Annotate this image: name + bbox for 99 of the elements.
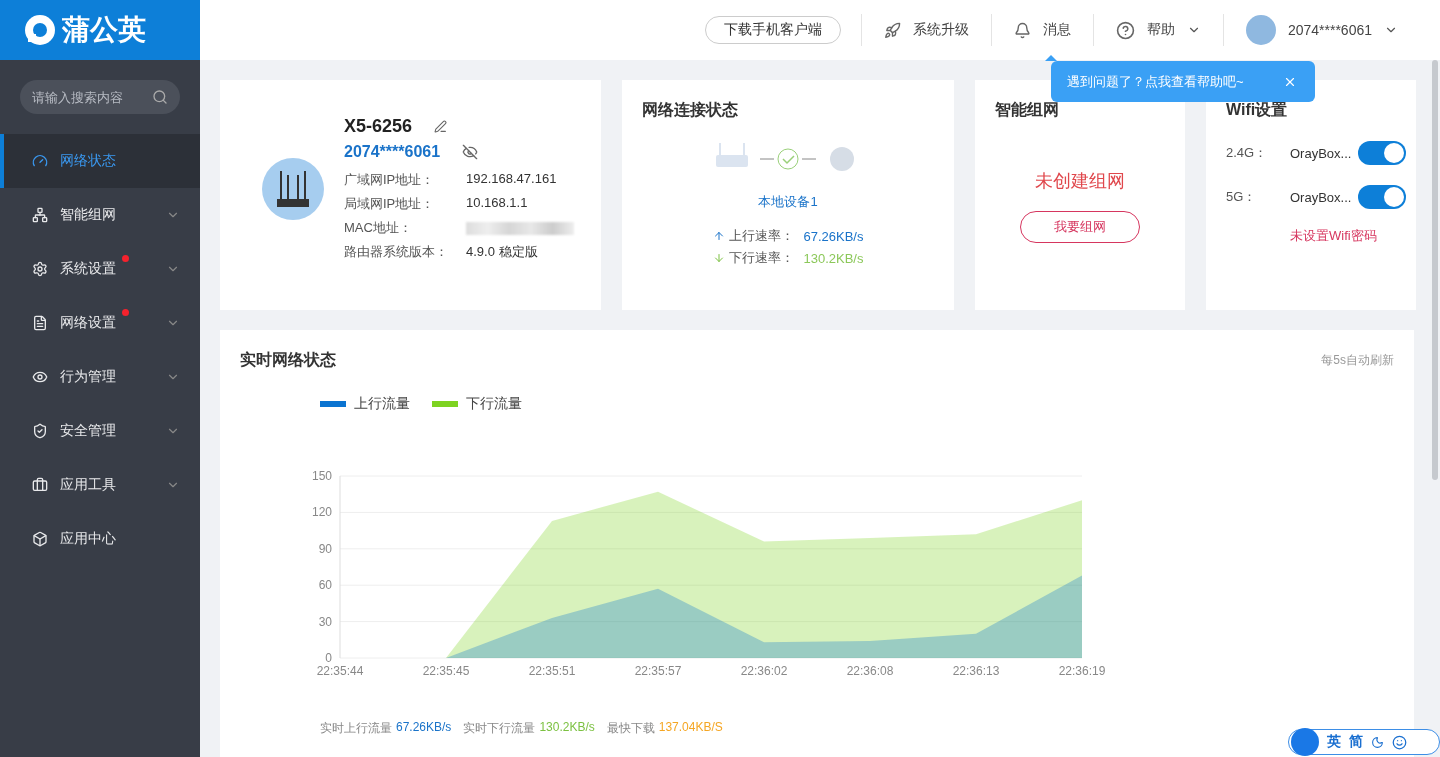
create-mesh-button[interactable]: 我要组网 (1020, 211, 1140, 243)
y-tick-label: 120 (311, 505, 332, 520)
card-title: 智能组网 (995, 100, 1060, 120)
nav-label: 应用中心 (60, 530, 117, 548)
upgrade-link[interactable]: 系统升级 (912, 21, 969, 39)
band-label: 2.4G： (1226, 144, 1269, 162)
nav-label: 应用工具 (60, 476, 117, 494)
ime-logo-icon (1291, 728, 1319, 756)
search-field[interactable]: 请输入搜索内容 (20, 80, 180, 114)
ssid: OrayBox... (1290, 145, 1353, 161)
logo-mark-icon (24, 14, 56, 46)
nav-item[interactable]: 系统设置 (0, 242, 200, 296)
x-tick-label: 22:36:02 (740, 664, 788, 678)
nav-item[interactable]: 网络设置 (0, 296, 200, 350)
bell-icon (1013, 21, 1031, 39)
nav-item[interactable]: 网络状态 (0, 134, 200, 188)
legend-label: 下行流量 (466, 395, 522, 413)
stat-value: 137.04KB/S (658, 720, 723, 736)
help-menu[interactable]: 帮助 (1146, 21, 1175, 39)
field-label: 局域网IP地址： (344, 195, 436, 213)
down-arrow-icon (712, 252, 725, 264)
download-app-button[interactable]: 下载手机客户端 (704, 16, 841, 44)
up-arrow-icon (712, 230, 725, 242)
user-menu[interactable]: 2074****6061 (1287, 22, 1372, 38)
x-tick-label: 22:36:13 (952, 664, 1000, 678)
rate-label: 下行速率： (728, 249, 794, 267)
help-icon (1115, 20, 1135, 40)
rocket-icon (883, 21, 901, 39)
tooltip-text: 遇到问题了？点我查看帮助吧~ (1067, 72, 1244, 91)
nav-label: 行为管理 (60, 368, 117, 386)
x-tick-label: 22:35:57 (634, 664, 682, 678)
avatar (1245, 15, 1276, 45)
eye-icon (32, 369, 48, 385)
logo: 蒲公英 (0, 0, 200, 60)
card-title: 网络连接状态 (642, 100, 739, 120)
nav-label: 网络设置 (60, 314, 117, 332)
field-value: 4.9.0 稳定版 (466, 243, 539, 261)
nav-item[interactable]: 行为管理 (0, 350, 200, 404)
device-link[interactable]: 本地设备1 (758, 193, 818, 211)
nav-label: 网络状态 (60, 152, 117, 170)
shield-icon (32, 423, 48, 439)
wifi-toggle[interactable] (1358, 185, 1406, 209)
nav-item[interactable]: 智能组网 (0, 188, 200, 242)
x-tick-label: 22:35:45 (422, 664, 470, 678)
ime-script[interactable]: 简 (1349, 733, 1363, 751)
gear-icon (32, 261, 48, 277)
field-label: 路由器系统版本： (344, 243, 449, 261)
network-icon (32, 207, 48, 223)
legend-label: 上行流量 (354, 395, 410, 413)
briefcase-icon (32, 477, 48, 493)
y-tick-label: 150 (311, 469, 332, 483)
password-warning[interactable]: 未设置Wifi密码 (1290, 227, 1412, 245)
device-name: X5-6256 (344, 116, 413, 137)
edit-icon[interactable] (434, 120, 448, 133)
y-tick-label: 0 (325, 651, 332, 665)
x-tick-label: 22:35:51 (528, 664, 576, 678)
y-tick-label: 30 (318, 614, 332, 629)
field-label: 广域网IP地址： (344, 171, 436, 189)
messages-link[interactable]: 消息 (1042, 21, 1071, 39)
nav-label: 智能组网 (60, 206, 117, 224)
nav-item[interactable]: 安全管理 (0, 404, 200, 458)
smile-icon[interactable] (1392, 734, 1407, 750)
ime-language[interactable]: 英 (1327, 733, 1341, 751)
nav-item[interactable]: 应用中心 (0, 512, 200, 566)
moon-icon[interactable] (1371, 735, 1384, 749)
cube-icon (32, 531, 48, 547)
gauge-icon (32, 153, 48, 169)
stat-value: 130.2KB/s (539, 720, 595, 736)
band-label: 5G： (1226, 188, 1258, 206)
stat-label: 实时上行流量 (320, 720, 392, 737)
nav-label: 系统设置 (60, 260, 117, 278)
field-value: 10.168.1.1 (466, 195, 529, 212)
stat-label: 最快下载 (606, 720, 655, 737)
y-tick-label: 60 (318, 578, 332, 593)
field-label: MAC地址： (344, 219, 413, 237)
nav-item[interactable]: 应用工具 (0, 458, 200, 512)
rate-value: 130.2KB/s (803, 250, 864, 266)
legend-swatch (432, 401, 458, 407)
nav-label: 安全管理 (60, 422, 117, 440)
rate-label: 上行速率： (728, 227, 794, 245)
legend-swatch (320, 401, 346, 407)
stat-label: 实时下行流量 (463, 720, 536, 737)
wifi-toggle[interactable] (1358, 141, 1406, 165)
x-tick-label: 22:36:08 (846, 664, 894, 678)
refresh-note: 每5s自动刷新 (1321, 352, 1394, 369)
card-title: Wifi设置 (1226, 100, 1289, 120)
stat-value: 67.26KB/s (396, 720, 452, 736)
search-icon (152, 89, 168, 105)
rate-value: 67.26KB/s (803, 228, 864, 244)
eye-off-icon[interactable] (462, 144, 479, 160)
mesh-status: 未创建组网 (1035, 170, 1125, 193)
y-tick-label: 90 (318, 541, 332, 556)
document-icon (32, 315, 48, 331)
field-value: 192.168.47.161 (466, 171, 558, 188)
x-tick-label: 22:36:19 (1058, 664, 1106, 678)
card-title: 实时网络状态 (240, 350, 336, 370)
x-tick-label: 22:35:44 (316, 664, 364, 678)
serial-number: 2074****6061 (344, 143, 441, 161)
ssid: OrayBox... (1290, 189, 1353, 205)
